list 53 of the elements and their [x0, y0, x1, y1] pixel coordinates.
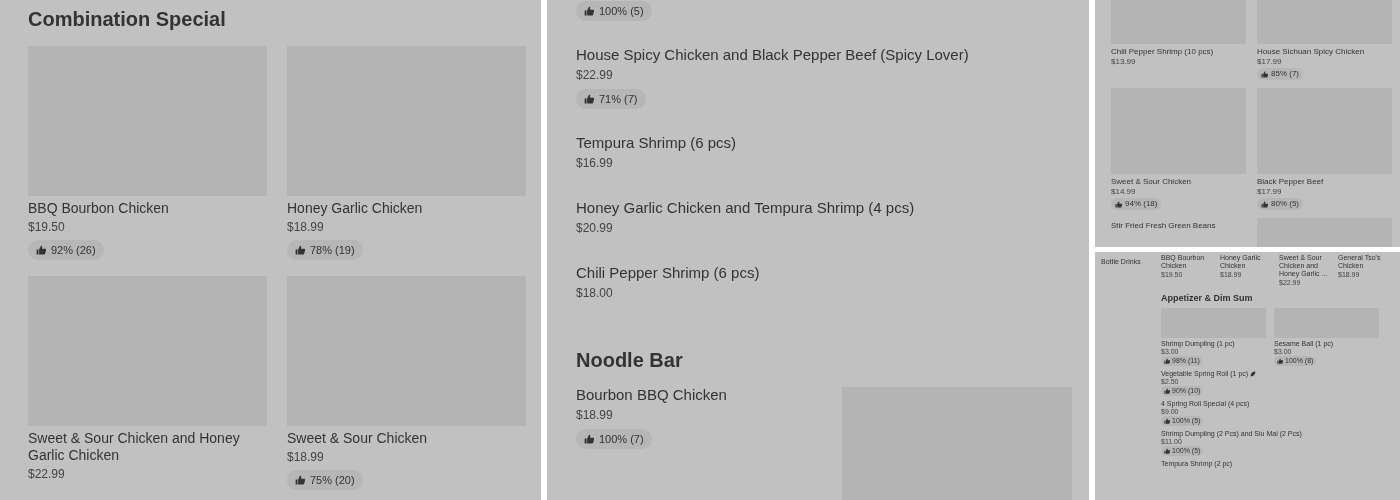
item-price: $19.50	[28, 219, 65, 236]
item-price: $18.99	[576, 407, 613, 424]
item-name[interactable]: Black Pepper Beef	[1257, 176, 1324, 187]
rating-badge: 100% (7)	[576, 429, 652, 449]
item-price: $20.99	[576, 220, 613, 237]
thumbs-up-icon	[1164, 388, 1170, 394]
rating-badge: 71% (7)	[576, 89, 646, 109]
item-price: $18.00	[576, 285, 613, 302]
item-price: $13.99	[1111, 57, 1136, 67]
thumbs-up-icon	[295, 245, 305, 255]
item-price: $16.99	[576, 155, 613, 172]
item-name[interactable]: Honey Garlic Chicken	[287, 200, 423, 217]
thumbs-up-icon	[295, 475, 305, 485]
rating-badge: 92% (26)	[28, 240, 104, 260]
item-name[interactable]: Chili Pepper Shrimp (6 pcs)	[576, 262, 760, 283]
thumbs-up-icon	[584, 6, 594, 16]
item-name[interactable]: Tempura Shrimp (6 pcs)	[576, 132, 737, 153]
thumbs-up-icon	[1164, 418, 1170, 424]
rating-badge: 75% (20)	[287, 470, 363, 490]
item-name[interactable]: House Spicy Chicken and Black Pepper Beef (Spicy Lover)	[576, 44, 969, 65]
item-price: $17.99	[1257, 187, 1282, 197]
thumbs-up-icon	[1164, 448, 1170, 454]
item-name[interactable]: Sweet & Sour Chicken and Honey Garlic Chicken	[28, 430, 267, 464]
thumbs-up-icon	[1164, 358, 1170, 364]
item-name[interactable]: Sweet & Sour Chicken	[287, 430, 428, 447]
item-name[interactable]: House Sichuan Spicy Chicken	[1257, 46, 1365, 57]
rating-badge: 100% (5)	[576, 1, 652, 21]
section-heading: Noodle Bar	[576, 348, 684, 373]
item-name[interactable]: Honey Garlic Chicken and Tempura Shrimp (4 pcs)	[576, 197, 915, 218]
item-price: $22.99	[576, 67, 613, 84]
item-price: $18.99	[287, 449, 324, 466]
rating-badge: 85% (7)	[1257, 68, 1303, 80]
section-heading: Appetizer & Dim Sum	[1161, 293, 1254, 304]
item-name[interactable]: Sweet & Sour Chicken	[1111, 176, 1192, 187]
rating-badge: 80% (5)	[1257, 198, 1303, 210]
section-heading: Combination Special	[28, 7, 227, 32]
rating-badge: 94% (18)	[1111, 198, 1162, 210]
thumbs-up-icon	[1277, 358, 1283, 364]
thumbs-up-icon	[36, 245, 46, 255]
item-price: $17.99	[1257, 57, 1282, 67]
thumbs-up-icon	[1115, 200, 1122, 208]
item-name[interactable]: BBQ Bourbon Chicken	[28, 200, 169, 217]
item-name[interactable]: Bourbon BBQ Chicken	[576, 384, 727, 405]
thumbs-up-icon	[1261, 70, 1268, 78]
item-price: $14.99	[1111, 187, 1136, 197]
thumbs-up-icon	[1261, 200, 1268, 208]
item-name[interactable]: Chili Pepper Shrimp (10 pcs)	[1111, 46, 1214, 57]
rating-badge: 78% (19)	[287, 240, 363, 260]
item-price: $18.99	[287, 219, 324, 236]
item-name[interactable]: Stir Fried Fresh Green Beans	[1111, 220, 1216, 231]
thumbs-up-icon	[584, 94, 594, 104]
thumbs-up-icon	[584, 434, 594, 444]
item-price: $22.99	[28, 466, 65, 483]
